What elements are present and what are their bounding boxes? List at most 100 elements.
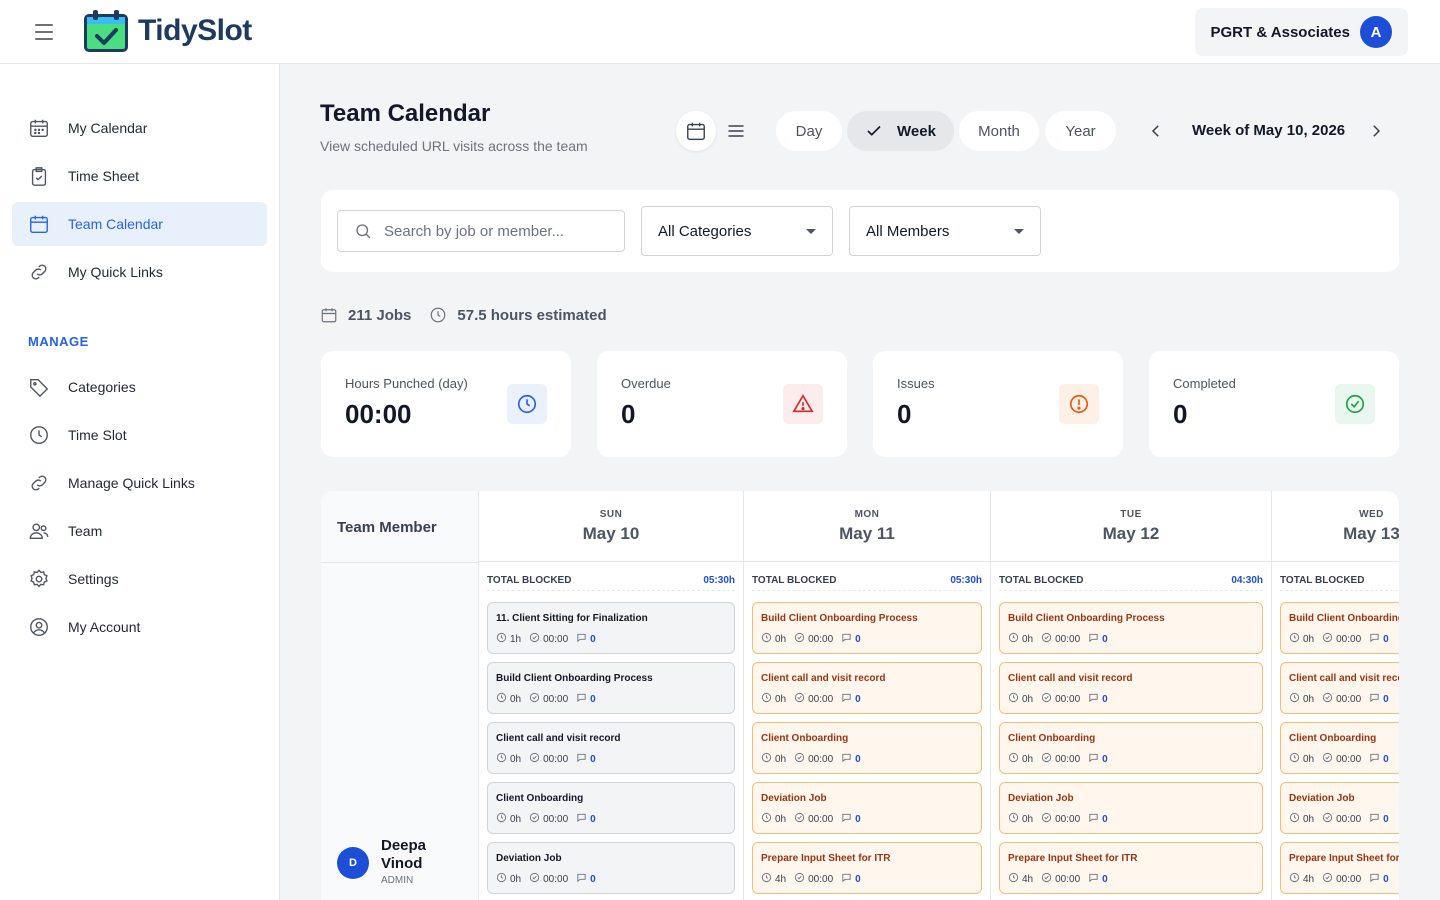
job-card[interactable]: Build Client Onboarding Process 0h 00:00 0 <box>487 662 735 714</box>
check-circle-icon <box>794 632 805 646</box>
punched-value: 00:00 <box>1055 633 1081 645</box>
job-card[interactable]: Build Client Onboarding Process 0h 00:00 0 <box>752 602 982 654</box>
tag-icon <box>30 378 49 398</box>
member-column: Team Member D Deepa Vinod ADMIN <box>321 491 479 900</box>
view-year-button[interactable]: Year <box>1045 111 1116 151</box>
sidebar-item-manage-quick-links[interactable]: Manage Quick Links <box>12 461 267 505</box>
day-header[interactable]: WED May 13 <box>1272 491 1399 562</box>
job-card[interactable]: Client Onboarding 0h 00:00 0 <box>1280 722 1399 774</box>
day-header[interactable]: TUE May 12 <box>991 491 1271 562</box>
hours-estimated: 57.5 hours estimated <box>429 306 607 324</box>
search-input[interactable] <box>384 222 604 240</box>
page-subtitle: View scheduled URL visits across the tea… <box>320 138 588 154</box>
sidebar-item-team[interactable]: Team <box>12 509 267 553</box>
job-title: Client Onboarding <box>496 793 584 804</box>
jobs-count: 211 Jobs <box>320 306 411 324</box>
job-meta: 0h 00:00 0 <box>1289 632 1389 646</box>
gear-icon <box>30 569 48 588</box>
punched-value: 00:00 <box>543 693 569 705</box>
check-circle-icon <box>794 872 805 886</box>
job-card[interactable]: Deviation Job 0h 00:00 0 <box>999 782 1263 834</box>
clock-icon <box>1289 752 1300 766</box>
day-header[interactable]: SUN May 10 <box>479 491 743 562</box>
comments: 0 <box>1088 752 1108 766</box>
comment-count: 0 <box>590 873 596 885</box>
job-card[interactable]: Client call and visit record 0h 00:00 0 <box>1280 662 1399 714</box>
punched: 00:00 <box>529 812 568 826</box>
next-week-button[interactable] <box>1363 118 1389 144</box>
job-card[interactable]: 11. Client Sitting for Finalization 1h 00:… <box>487 602 735 654</box>
sidebar-item-time-slot[interactable]: Time Slot <box>12 413 267 457</box>
calendar-view-button[interactable] <box>676 111 716 151</box>
job-card[interactable]: Prepare Input Sheet for ITR 4h 00:00 0 <box>752 842 982 894</box>
job-title: Client Onboarding <box>1289 733 1377 744</box>
punched: 00:00 <box>1322 812 1361 826</box>
member-select[interactable]: All Members <box>849 206 1041 256</box>
day-header[interactable]: MON May 11 <box>744 491 990 562</box>
member-row[interactable]: D Deepa Vinod ADMIN <box>337 837 426 886</box>
job-card[interactable]: Client Onboarding 0h 00:00 0 <box>752 722 982 774</box>
sidebar-item-categories[interactable]: Categories <box>12 365 267 409</box>
estimate: 0h <box>761 752 786 766</box>
job-card[interactable]: Client call and visit record 0h 00:00 0 <box>999 662 1263 714</box>
job-card[interactable]: Client Onboarding 0h 00:00 0 <box>999 722 1263 774</box>
warning-icon <box>783 384 823 424</box>
category-select[interactable]: All Categories <box>641 206 833 256</box>
estimate: 0h <box>1289 692 1314 706</box>
day-of-week: TUE <box>1120 509 1142 520</box>
search-field[interactable] <box>337 210 625 252</box>
comment-count: 0 <box>590 753 596 765</box>
comments: 0 <box>841 752 861 766</box>
sidebar-item-settings[interactable]: Settings <box>12 557 267 601</box>
job-card[interactable]: Deviation Job 0h 00:00 0 <box>1280 782 1399 834</box>
estimate-value: 0h <box>510 873 522 885</box>
comment-count: 0 <box>1383 693 1389 705</box>
sidebar-item-team-calendar[interactable]: Team Calendar <box>12 202 267 246</box>
job-card[interactable]: Client call and visit record 0h 00:00 0 <box>752 662 982 714</box>
job-card[interactable]: Client Onboarding 0h 00:00 0 <box>487 782 735 834</box>
punched: 00:00 <box>1041 812 1080 826</box>
day-date: May 12 <box>1102 524 1160 543</box>
sidebar-item-my-quick-links[interactable]: My Quick Links <box>12 250 267 294</box>
comments: 0 <box>841 692 861 706</box>
sidebar-item-my-calendar[interactable]: My Calendar <box>12 106 267 150</box>
estimate-value: 0h <box>1303 753 1315 765</box>
clock-icon <box>1008 872 1019 886</box>
job-card[interactable]: Prepare Input Sheet for ITR 4h 00:00 0 <box>1280 842 1399 894</box>
estimate-value: 0h <box>1022 633 1034 645</box>
punched: 00:00 <box>1322 872 1361 886</box>
total-blocked-label: TOTAL BLOCKED <box>487 575 572 586</box>
job-card[interactable]: Deviation Job 0h 00:00 0 <box>487 842 735 894</box>
job-card[interactable]: Deviation Job 0h 00:00 0 <box>752 782 982 834</box>
check-circle-icon <box>794 692 805 706</box>
app-logo[interactable]: TidySlot <box>82 8 252 54</box>
hamburger-menu-icon[interactable] <box>28 20 60 44</box>
clock-icon <box>1008 752 1019 766</box>
previous-week-button[interactable] <box>1143 118 1169 144</box>
view-week-button[interactable]: Week <box>847 111 954 151</box>
job-card[interactable]: Client call and visit record 0h 00:00 0 <box>487 722 735 774</box>
check-circle-icon <box>529 632 540 646</box>
comments: 0 <box>1369 632 1389 646</box>
sidebar-item-my-account[interactable]: My Account <box>12 605 267 649</box>
list-view-button[interactable] <box>716 111 756 151</box>
sidebar-item-time-sheet[interactable]: Time Sheet <box>12 154 267 198</box>
job-title: Client call and visit record <box>1289 673 1399 684</box>
job-title: Client call and visit record <box>1008 673 1133 684</box>
job-meta: 0h 00:00 0 <box>496 812 596 826</box>
check-circle-icon <box>1322 812 1333 826</box>
total-blocked-row: TOTAL BLOCKED <box>1280 571 1399 591</box>
job-card[interactable]: Build Client Onboarding Process 0h 00:00 0 <box>999 602 1263 654</box>
org-switcher[interactable]: PGRT & Associates A <box>1194 8 1408 56</box>
job-card[interactable]: Prepare Input Sheet for ITR 4h 00:00 0 <box>999 842 1263 894</box>
view-day-button[interactable]: Day <box>776 111 842 151</box>
view-month-button[interactable]: Month <box>959 111 1039 151</box>
comment-count: 0 <box>1102 693 1108 705</box>
comments: 0 <box>1369 692 1389 706</box>
job-card[interactable]: Build Client Onboarding Process 0h 00:00 0 <box>1280 602 1399 654</box>
link-icon <box>31 475 47 491</box>
estimate-value: 0h <box>1303 693 1315 705</box>
punched: 00:00 <box>794 812 833 826</box>
punched: 00:00 <box>1322 692 1361 706</box>
job-meta: 4h 00:00 0 <box>761 872 861 886</box>
